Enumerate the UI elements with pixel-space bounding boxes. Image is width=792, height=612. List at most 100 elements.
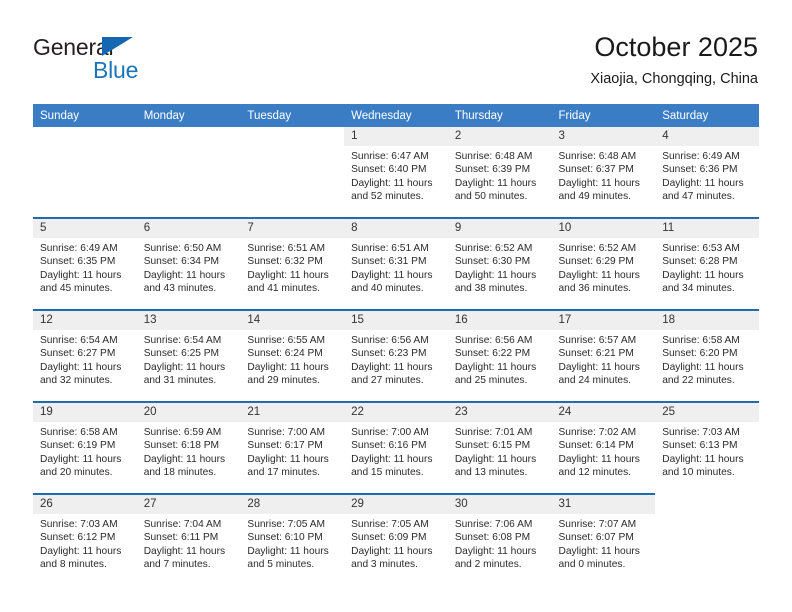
calendar-day-cell[interactable]: 20 Sunrise: 6:59 AM Sunset: 6:18 PM Dayligh… — [136, 401, 241, 494]
calendar-day-cell[interactable]: 5 Sunrise: 6:49 AM Sunset: 6:35 PM Daylight… — [33, 217, 137, 310]
sunrise-text: Sunrise: 7:00 AM — [351, 427, 429, 438]
daylight-text-line1: Daylight: 11 hours — [558, 545, 640, 557]
calendar-day-cell[interactable]: 15 Sunrise: 6:56 AM Sunset: 6:23 PM Dayligh… — [344, 309, 448, 402]
calendar-day-cell[interactable]: 24 Sunrise: 7:02 AM Sunset: 6:14 PM Dayligh… — [551, 401, 656, 494]
daylight-text-line2: and 5 minutes. — [247, 559, 315, 571]
daylight-text-line2: and 29 minutes. — [247, 375, 320, 387]
sunrise-text: Sunrise: 6:51 AM — [351, 243, 429, 254]
sunrise-text: Sunrise: 7:03 AM — [662, 427, 740, 438]
sunrise-text: Sunrise: 6:47 AM — [351, 151, 429, 162]
calendar-day-cell[interactable]: 14 Sunrise: 6:55 AM Sunset: 6:24 PM Dayligh… — [240, 309, 345, 402]
calendar-day-cell[interactable]: 13 Sunrise: 6:54 AM Sunset: 6:25 PM Dayligh… — [136, 309, 241, 402]
calendar-day-cell[interactable]: 26 Sunrise: 7:03 AM Sunset: 6:12 PM Dayligh… — [33, 493, 137, 585]
sunset-text: Sunset: 6:16 PM — [351, 440, 427, 452]
calendar-day-cell[interactable]: 9 Sunrise: 6:52 AM Sunset: 6:30 PM Daylight… — [447, 217, 552, 310]
daylight-text-line1: Daylight: 11 hours — [351, 545, 433, 557]
sunrise-text: Sunrise: 6:54 AM — [143, 335, 222, 346]
calendar-grid-container: Sunday Monday Tuesday Wednesday Thursday… — [33, 104, 759, 585]
day-details: Sunrise: 7:00 AM Sunset: 6:16 PM Daylight:… — [344, 422, 448, 480]
day-number: 7 — [240, 219, 345, 238]
sunrise-text: Sunrise: 6:48 AM — [558, 151, 637, 162]
daylight-text-line1: Daylight: 11 hours — [454, 361, 537, 373]
daylight-text-line1: Daylight: 11 hours — [662, 177, 744, 189]
daylight-text-line1: Daylight: 11 hours — [143, 453, 226, 465]
general-blue-logo[interactable]: General Blue — [33, 34, 233, 90]
daylight-text-line2: and 12 minutes. — [558, 467, 632, 479]
calendar-day-cell[interactable]: 19 Sunrise: 6:58 AM Sunset: 6:19 PM Dayligh… — [33, 401, 137, 494]
day-details: Sunrise: 6:58 AM Sunset: 6:19 PM Daylight:… — [33, 422, 137, 480]
calendar-day-cell[interactable]: 21 Sunrise: 7:00 AM Sunset: 6:17 PM Dayligh… — [240, 401, 345, 494]
daylight-text-line1: Daylight: 11 hours — [662, 269, 744, 281]
daylight-text-line2: and 17 minutes. — [247, 467, 320, 479]
sunset-text: Sunset: 6:13 PM — [662, 440, 738, 452]
sunset-text: Sunset: 6:20 PM — [662, 348, 738, 360]
calendar-day-cell[interactable]: 23 Sunrise: 7:01 AM Sunset: 6:15 PM Dayligh… — [447, 401, 552, 494]
calendar-day-cell[interactable]: 31 Sunrise: 7:07 AM Sunset: 6:07 PM Dayligh… — [551, 493, 656, 585]
sunrise-text: Sunrise: 6:59 AM — [143, 427, 222, 438]
daylight-text-line2: and 15 minutes. — [351, 467, 424, 479]
calendar-day-cell[interactable]: 4 Sunrise: 6:49 AM Sunset: 6:36 PM Daylight… — [655, 127, 759, 218]
daylight-text-line2: and 43 minutes. — [143, 283, 217, 295]
calendar-day-cell[interactable]: 8 Sunrise: 6:51 AM Sunset: 6:31 PM Daylight… — [344, 217, 448, 310]
calendar-day-cell[interactable]: 11 Sunrise: 6:53 AM Sunset: 6:28 PM Dayligh… — [655, 217, 759, 310]
weekday-header-sunday: Sunday — [33, 104, 137, 127]
sunrise-text: Sunrise: 6:53 AM — [662, 243, 740, 254]
calendar-day-cell[interactable]: 7 Sunrise: 6:51 AM Sunset: 6:32 PM Daylight… — [240, 217, 345, 310]
calendar-day-cell[interactable]: 2 Sunrise: 6:48 AM Sunset: 6:39 PM Daylight… — [447, 127, 552, 218]
day-number: 24 — [551, 403, 656, 422]
calendar-day-cell[interactable]: 17 Sunrise: 6:57 AM Sunset: 6:21 PM Dayligh… — [551, 309, 656, 402]
daylight-text-line2: and 7 minutes. — [143, 559, 211, 571]
calendar-day-cell[interactable]: 25 Sunrise: 7:03 AM Sunset: 6:13 PM Dayligh… — [655, 401, 759, 494]
calendar-body: 1 Sunrise: 6:47 AM Sunset: 6:40 PM Daylight… — [33, 127, 759, 585]
calendar-day-cell[interactable]: 1 Sunrise: 6:47 AM Sunset: 6:40 PM Daylight… — [344, 127, 448, 218]
day-number: 26 — [33, 495, 137, 514]
daylight-text-line1: Daylight: 11 hours — [40, 269, 122, 281]
calendar-day-cell[interactable]: 28 Sunrise: 7:05 AM Sunset: 6:10 PM Dayligh… — [240, 493, 345, 585]
sunset-text: Sunset: 6:25 PM — [143, 348, 220, 360]
day-number: 9 — [447, 219, 552, 238]
day-details: Sunrise: 7:03 AM Sunset: 6:13 PM Daylight:… — [655, 422, 759, 480]
day-details: Sunrise: 6:54 AM Sunset: 6:25 PM Daylight:… — [137, 330, 241, 388]
sunset-text: Sunset: 6:15 PM — [454, 440, 531, 452]
sunset-text: Sunset: 6:40 PM — [351, 164, 427, 176]
calendar-day-cell[interactable]: 10 Sunrise: 6:52 AM Sunset: 6:29 PM Dayligh… — [551, 217, 656, 310]
day-details: Sunrise: 7:05 AM Sunset: 6:10 PM Daylight:… — [240, 514, 344, 572]
daylight-text-line2: and 50 minutes. — [454, 191, 528, 203]
day-number: 17 — [551, 311, 656, 330]
daylight-text-line2: and 49 minutes. — [558, 191, 632, 203]
calendar-cell-blank — [655, 494, 759, 585]
sunrise-text: Sunrise: 6:58 AM — [40, 427, 118, 438]
calendar-day-cell[interactable]: 12 Sunrise: 6:54 AM Sunset: 6:27 PM Dayligh… — [33, 309, 137, 402]
day-number: 8 — [344, 219, 448, 238]
day-details: Sunrise: 6:48 AM Sunset: 6:37 PM Daylight:… — [552, 146, 656, 204]
day-details: Sunrise: 6:52 AM Sunset: 6:29 PM Daylight:… — [552, 238, 656, 296]
calendar-day-cell[interactable]: 3 Sunrise: 6:48 AM Sunset: 6:37 PM Daylight… — [551, 127, 656, 218]
calendar-day-cell[interactable]: 30 Sunrise: 7:06 AM Sunset: 6:08 PM Dayligh… — [447, 493, 552, 585]
calendar-day-cell[interactable]: 22 Sunrise: 7:00 AM Sunset: 6:16 PM Dayligh… — [344, 401, 448, 494]
sunrise-text: Sunrise: 7:02 AM — [558, 427, 637, 438]
calendar-day-cell[interactable]: 29 Sunrise: 7:05 AM Sunset: 6:09 PM Dayligh… — [344, 493, 448, 585]
sunrise-text: Sunrise: 6:49 AM — [40, 243, 118, 254]
day-number: 6 — [136, 219, 241, 238]
daylight-text-line1: Daylight: 11 hours — [558, 361, 640, 373]
day-details: Sunrise: 7:01 AM Sunset: 6:15 PM Daylight:… — [448, 422, 552, 480]
day-number: 10 — [551, 219, 656, 238]
daylight-text-line1: Daylight: 11 hours — [454, 269, 537, 281]
day-number: 2 — [447, 127, 552, 146]
calendar-day-cell[interactable]: 6 Sunrise: 6:50 AM Sunset: 6:34 PM Daylight… — [136, 217, 241, 310]
day-details: Sunrise: 6:49 AM Sunset: 6:35 PM Daylight:… — [33, 238, 137, 296]
weekday-header-wednesday: Wednesday — [344, 104, 448, 127]
sunrise-text: Sunrise: 6:54 AM — [40, 335, 118, 346]
day-number: 15 — [344, 311, 448, 330]
calendar-day-cell[interactable]: 18 Sunrise: 6:58 AM Sunset: 6:20 PM Dayligh… — [655, 309, 759, 402]
daylight-text-line1: Daylight: 11 hours — [247, 361, 329, 373]
day-details: Sunrise: 6:51 AM Sunset: 6:31 PM Daylight:… — [344, 238, 448, 296]
daylight-text-line2: and 40 minutes. — [351, 283, 424, 295]
day-details: Sunrise: 6:54 AM Sunset: 6:27 PM Daylight:… — [33, 330, 137, 388]
sunset-text: Sunset: 6:24 PM — [247, 348, 323, 360]
daylight-text-line1: Daylight: 11 hours — [40, 453, 122, 465]
calendar-day-cell[interactable]: 27 Sunrise: 7:04 AM Sunset: 6:11 PM Dayligh… — [136, 493, 241, 585]
day-details: Sunrise: 7:03 AM Sunset: 6:12 PM Daylight:… — [33, 514, 137, 572]
calendar-day-cell[interactable]: 16 Sunrise: 6:56 AM Sunset: 6:22 PM Dayligh… — [447, 309, 552, 402]
daylight-text-line1: Daylight: 11 hours — [40, 545, 122, 557]
